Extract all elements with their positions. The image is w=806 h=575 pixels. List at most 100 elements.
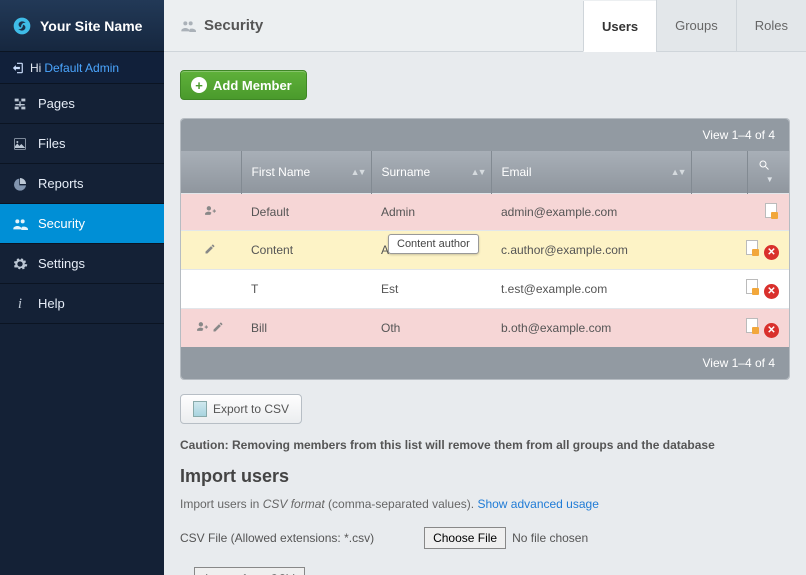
pie-chart-icon [12, 176, 28, 192]
sort-icon: ▲▼ [471, 167, 485, 177]
edit-page-icon[interactable] [746, 318, 758, 333]
sidebar-item-label: Pages [38, 96, 75, 111]
cell-email: admin@example.com [491, 194, 691, 231]
user-add-icon [204, 204, 218, 217]
cell-email: c.author@example.com [491, 231, 691, 270]
row-status-icons [181, 270, 241, 309]
col-header-actions [691, 151, 747, 194]
logout-icon[interactable] [10, 61, 24, 75]
sidebar-item-label: Security [38, 216, 85, 231]
import-users-description: Import users in CSV format (comma-separa… [180, 497, 790, 511]
col-header-first-name[interactable]: First Name▲▼ [241, 151, 371, 194]
col-header-blank [181, 151, 241, 194]
edit-page-icon[interactable] [746, 240, 758, 255]
greeting-bar: Hi Default Admin [0, 52, 164, 84]
choose-file-button[interactable]: Choose File [424, 527, 506, 549]
row-actions: ✕ [691, 270, 789, 309]
cell-surname: Admin [371, 194, 491, 231]
group-icon [180, 18, 196, 34]
sidebar-item-label: Reports [38, 176, 84, 191]
table-row[interactable]: DefaultAdminadmin@example.com [181, 194, 789, 231]
table-row[interactable]: ContentAuthorc.author@example.com✕ [181, 231, 789, 270]
col-header-email[interactable]: Email▲▼ [491, 151, 691, 194]
sidebar-item-security[interactable]: Security [0, 204, 164, 244]
edit-page-icon[interactable] [765, 203, 777, 218]
sitemap-icon [12, 96, 28, 112]
main-panel: Security Users Groups Roles + Add Member… [164, 0, 806, 575]
row-status-icons [181, 231, 241, 270]
tab-bar: Users Groups Roles [583, 0, 806, 51]
topbar: Security Users Groups Roles [164, 0, 806, 52]
grid-summary-top: View 1–4 of 4 [181, 119, 789, 151]
sidebar: Your Site Name Hi Default Admin Pages Fi… [0, 0, 164, 575]
caution-text: Caution: Removing members from this list… [180, 438, 790, 452]
add-member-button[interactable]: + Add Member [180, 70, 307, 100]
csv-file-label: CSV File (Allowed extensions: *.csv) [180, 531, 374, 545]
plus-circle-icon: + [191, 77, 207, 93]
user-add-icon [196, 320, 210, 333]
file-picker: Choose File No file chosen [424, 527, 588, 549]
cell-first-name: Default [241, 194, 371, 231]
pencil-icon [204, 243, 218, 255]
sidebar-item-settings[interactable]: Settings [0, 244, 164, 284]
tab-users[interactable]: Users [583, 1, 656, 52]
site-name: Your Site Name [40, 18, 142, 34]
sidebar-item-pages[interactable]: Pages [0, 84, 164, 124]
row-actions: ✕ [691, 309, 789, 348]
sidebar-item-files[interactable]: Files [0, 124, 164, 164]
add-member-label: Add Member [213, 78, 292, 93]
brand-bar: Your Site Name [0, 0, 164, 52]
row-status-icons [181, 309, 241, 348]
col-header-search[interactable]: ▼ [747, 151, 789, 194]
brand-logo-icon [12, 16, 32, 36]
greeting-prefix: Hi [30, 61, 41, 75]
edit-page-icon[interactable] [746, 279, 758, 294]
info-icon: i [12, 296, 28, 312]
import-from-csv-button[interactable]: Import from CSV [194, 567, 305, 575]
delete-button[interactable]: ✕ [764, 284, 779, 299]
pencil-icon [212, 321, 226, 333]
image-icon [12, 136, 28, 152]
cell-first-name: Bill [241, 309, 371, 348]
sort-icon: ▲▼ [671, 167, 685, 177]
page-title: Security [204, 17, 263, 34]
cell-email: t.est@example.com [491, 270, 691, 309]
cell-surname: Oth [371, 309, 491, 348]
members-table: First Name▲▼ Surname▲▼ Email▲▼ ▼ Default… [181, 151, 789, 347]
cell-first-name: Content [241, 231, 371, 270]
row-status-icons [181, 194, 241, 231]
row-actions: ✕ [691, 231, 789, 270]
document-icon [193, 401, 207, 417]
delete-button[interactable]: ✕ [764, 245, 779, 260]
content-area: + Add Member View 1–4 of 4 First Name▲▼ … [164, 52, 806, 575]
gear-icon [12, 256, 28, 272]
tab-groups[interactable]: Groups [656, 0, 736, 51]
grid-summary-bottom: View 1–4 of 4 [181, 347, 789, 379]
csv-file-row: CSV File (Allowed extensions: *.csv) Cho… [180, 527, 790, 549]
col-header-surname[interactable]: Surname▲▼ [371, 151, 491, 194]
export-csv-button[interactable]: Export to CSV [180, 394, 302, 424]
greeting-user-link[interactable]: Default Admin [44, 61, 119, 75]
chevron-down-icon: ▼ [766, 175, 774, 184]
search-icon [758, 159, 780, 171]
sidebar-item-help[interactable]: i Help [0, 284, 164, 324]
cell-email: b.oth@example.com [491, 309, 691, 348]
sidebar-item-label: Help [38, 296, 65, 311]
show-advanced-usage-link[interactable]: Show advanced usage [477, 497, 598, 511]
tab-roles[interactable]: Roles [736, 0, 806, 51]
delete-button[interactable]: ✕ [764, 323, 779, 338]
sidebar-item-label: Files [38, 136, 65, 151]
nav-list: Pages Files Reports Security Settings i … [0, 84, 164, 324]
group-icon [12, 216, 28, 232]
table-header-row: First Name▲▼ Surname▲▼ Email▲▼ ▼ [181, 151, 789, 194]
import-users-heading: Import users [180, 466, 790, 487]
table-row[interactable]: TEstt.est@example.com✕ [181, 270, 789, 309]
row-actions [691, 194, 789, 231]
sidebar-item-reports[interactable]: Reports [0, 164, 164, 204]
tooltip: Content author [388, 234, 479, 254]
cell-surname: Est [371, 270, 491, 309]
table-row[interactable]: BillOthb.oth@example.com ✕ [181, 309, 789, 348]
export-csv-label: Export to CSV [213, 402, 289, 416]
sort-icon: ▲▼ [351, 167, 365, 177]
no-file-chosen-text: No file chosen [512, 531, 588, 545]
